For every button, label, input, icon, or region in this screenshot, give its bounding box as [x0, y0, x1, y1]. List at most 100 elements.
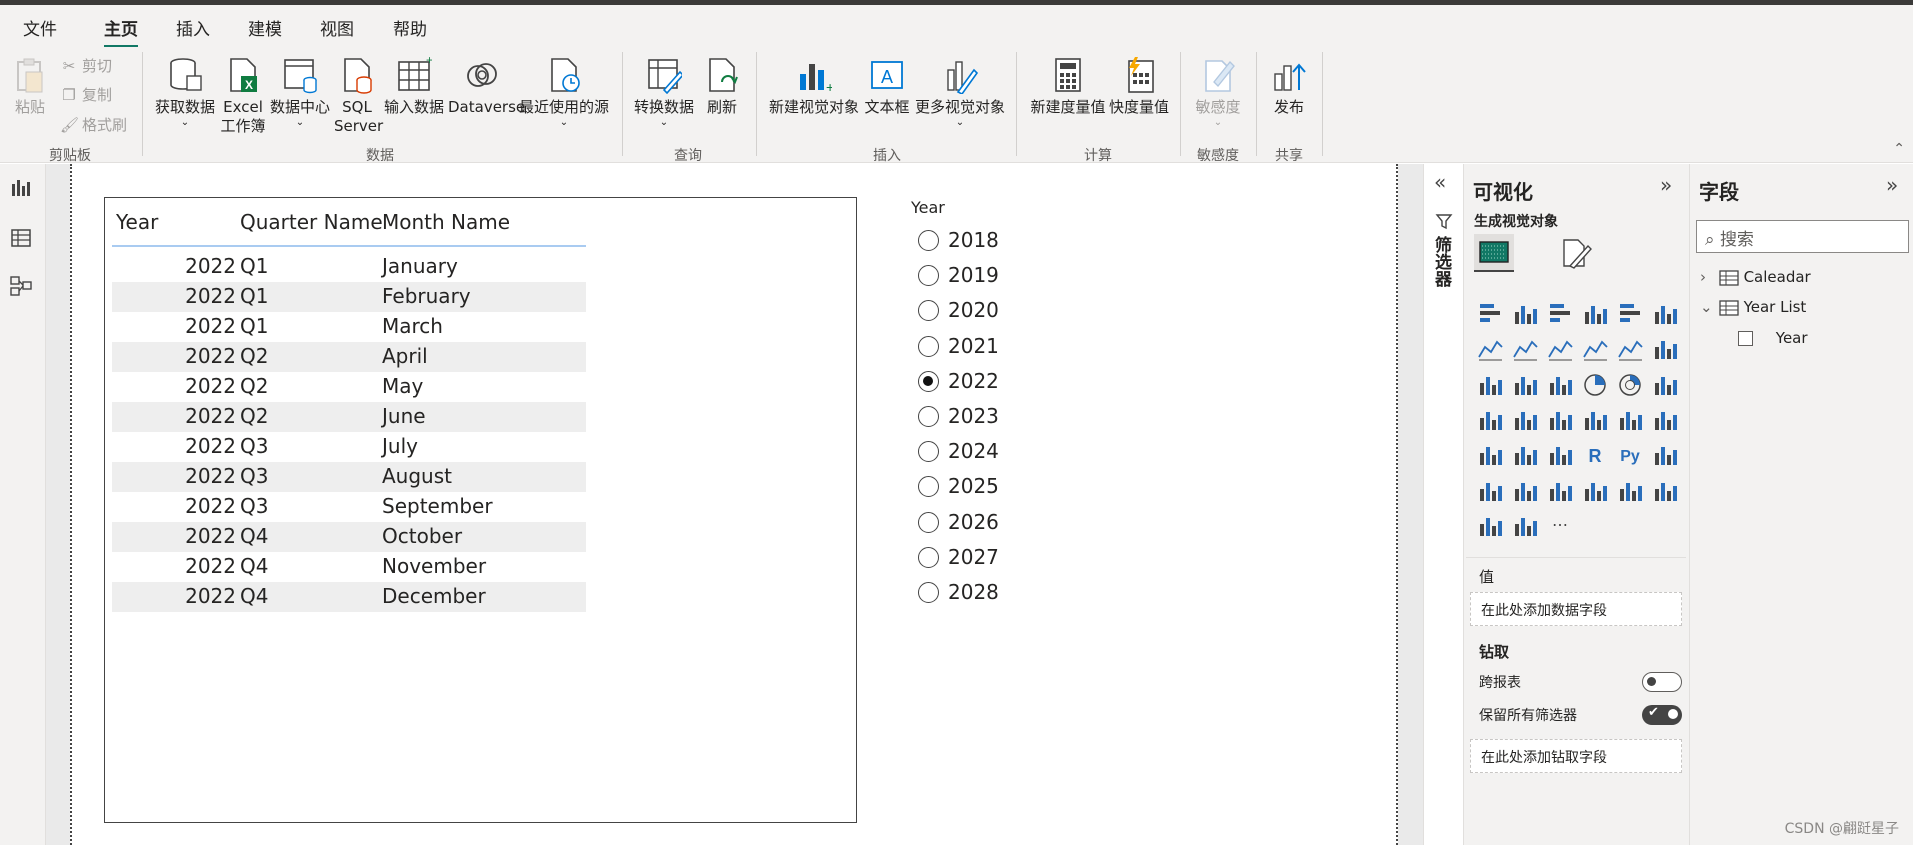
qa-icon[interactable]: [1511, 477, 1539, 505]
table-row[interactable]: 2022 Q1 January: [112, 252, 586, 282]
dataverse-button[interactable]: Dataverse: [448, 56, 525, 117]
100-bar-icon[interactable]: [1616, 300, 1644, 328]
power-apps-icon[interactable]: [1476, 512, 1504, 540]
more-visuals-button[interactable]: 更多视觉对象 ⌄: [912, 56, 1008, 129]
scatter-icon[interactable]: [1546, 371, 1574, 399]
model-view-icon[interactable]: [9, 274, 33, 298]
card-icon[interactable]: [1581, 406, 1609, 434]
column-header-year[interactable]: Year: [116, 210, 158, 234]
table-row[interactable]: 2022 Q2 May: [112, 372, 586, 402]
new-visual-button[interactable]: + 新建视觉对象: [766, 56, 862, 117]
line-column-icon[interactable]: [1581, 335, 1609, 363]
clustered-column-icon[interactable]: [1581, 300, 1609, 328]
transform-data-button[interactable]: 转换数据 ⌄: [630, 56, 698, 129]
paginated-report-icon[interactable]: [1616, 477, 1644, 505]
new-measure-button[interactable]: 新建度量值: [1026, 56, 1110, 117]
collapse-ribbon-icon[interactable]: ⌃: [1893, 141, 1905, 157]
funnel-icon[interactable]: [1511, 371, 1539, 399]
cut-button[interactable]: ✂ 剪切: [60, 55, 112, 76]
recent-sources-button[interactable]: 最近使用的源 ⌄: [518, 56, 610, 129]
filled-map-icon[interactable]: [1511, 406, 1539, 434]
key-influencers-icon[interactable]: [1651, 441, 1679, 469]
line-chart-icon[interactable]: [1476, 335, 1504, 363]
quick-measure-button[interactable]: 快度量值: [1108, 56, 1170, 117]
filters-label[interactable]: 筛选器: [1431, 236, 1454, 287]
more-icon[interactable]: ⋯: [1546, 512, 1574, 540]
field-year[interactable]: Year: [1738, 329, 1808, 347]
table-visual[interactable]: Year Quarter Name Month Name 2022 Q1 Janua…: [104, 197, 857, 823]
slicer-icon[interactable]: [1476, 441, 1504, 469]
table-icon[interactable]: [1511, 441, 1539, 469]
stacked-bar-icon[interactable]: [1476, 300, 1504, 328]
pie-icon[interactable]: [1581, 371, 1609, 399]
table-row[interactable]: 2022 Q3 July: [112, 432, 586, 462]
excel-workbook-button[interactable]: X Excel 工作簿: [220, 56, 266, 136]
matrix-icon[interactable]: [1546, 441, 1574, 469]
clustered-bar-icon[interactable]: [1546, 300, 1574, 328]
radio-button[interactable]: [918, 511, 939, 533]
radio-button[interactable]: [918, 582, 939, 603]
donut-icon[interactable]: [1616, 371, 1644, 399]
table-row[interactable]: 2022 Q4 October: [112, 522, 586, 552]
r-visual-icon[interactable]: R: [1581, 441, 1609, 469]
enter-data-button[interactable]: + 输入数据: [382, 56, 446, 117]
table-row[interactable]: 2022 Q4 December: [112, 582, 586, 612]
menu-view[interactable]: 视图: [320, 15, 354, 40]
paste-button[interactable]: 粘贴: [10, 56, 50, 117]
table-row[interactable]: 2022 Q1 February: [112, 282, 586, 312]
collapse-left-icon[interactable]: «: [1434, 170, 1446, 194]
metrics-icon[interactable]: [1581, 477, 1609, 505]
gauge-icon[interactable]: [1546, 406, 1574, 434]
stacked-column-icon[interactable]: [1511, 300, 1539, 328]
table-row[interactable]: 2022 Q2 April: [112, 342, 586, 372]
expand-visualizations-icon[interactable]: »: [1660, 173, 1672, 197]
fields-search-input[interactable]: ⌕ 搜索: [1696, 220, 1909, 253]
menu-home[interactable]: 主页: [104, 15, 138, 48]
radio-button[interactable]: [918, 406, 939, 427]
table-row[interactable]: 2022 Q1 March: [112, 312, 586, 342]
sensitivity-button[interactable]: 敏感度 ⌄: [1188, 56, 1248, 129]
drillthrough-well[interactable]: 在此处添加钻取字段: [1470, 739, 1682, 773]
ribbon-chart-icon[interactable]: [1651, 335, 1679, 363]
area-chart-icon[interactable]: [1511, 335, 1539, 363]
refresh-button[interactable]: 刷新: [700, 56, 744, 117]
field-table-caleadar[interactable]: › Caleadar: [1700, 268, 1811, 286]
field-table-year-list[interactable]: ⌄ Year List: [1700, 298, 1806, 316]
multirow-card-icon[interactable]: [1616, 406, 1644, 434]
column-header-month[interactable]: Month Name: [382, 210, 510, 234]
radio-button[interactable]: [918, 370, 939, 392]
arcgis-icon[interactable]: [1651, 477, 1679, 505]
format-visual-icon[interactable]: [1558, 236, 1592, 270]
decomposition-tree-icon[interactable]: [1476, 477, 1504, 505]
table-view-icon[interactable]: [9, 226, 33, 250]
values-well[interactable]: 在此处添加数据字段: [1470, 592, 1682, 626]
get-data-button[interactable]: 获取数据 ⌄: [152, 56, 218, 129]
treemap-icon[interactable]: [1651, 371, 1679, 399]
line-clustered-icon[interactable]: [1616, 335, 1644, 363]
publish-button[interactable]: 发布: [1266, 56, 1312, 117]
table-row[interactable]: 2022 Q4 November: [112, 552, 586, 582]
data-hub-button[interactable]: 数据中心 ⌄: [268, 56, 332, 129]
column-header-quarter[interactable]: Quarter Name: [240, 210, 383, 234]
table-row[interactable]: 2022 Q3 September: [112, 492, 586, 522]
build-visual-tab[interactable]: [1474, 234, 1514, 272]
menu-insert[interactable]: 插入: [176, 15, 210, 40]
radio-button[interactable]: [918, 335, 939, 357]
smart-narrative-icon[interactable]: [1546, 477, 1574, 505]
radio-button[interactable]: [918, 230, 939, 251]
sql-server-button[interactable]: SQL Server: [334, 56, 383, 136]
report-view-icon[interactable]: [9, 176, 33, 200]
menu-file[interactable]: 文件: [23, 15, 57, 40]
100-column-icon[interactable]: [1651, 300, 1679, 328]
python-visual-icon[interactable]: Py: [1616, 441, 1644, 469]
stacked-area-icon[interactable]: [1546, 335, 1574, 363]
menu-modeling[interactable]: 建模: [248, 15, 282, 40]
field-checkbox[interactable]: [1738, 331, 1753, 346]
radio-button[interactable]: [918, 546, 939, 568]
cross-report-toggle[interactable]: [1642, 672, 1682, 692]
waterfall-icon[interactable]: [1476, 371, 1504, 399]
copy-button[interactable]: ❐ 复制: [60, 84, 112, 105]
table-row[interactable]: 2022 Q2 June: [112, 402, 586, 432]
format-painter-button[interactable]: 🖌 格式刷: [60, 114, 127, 135]
table-row[interactable]: 2022 Q3 August: [112, 462, 586, 492]
